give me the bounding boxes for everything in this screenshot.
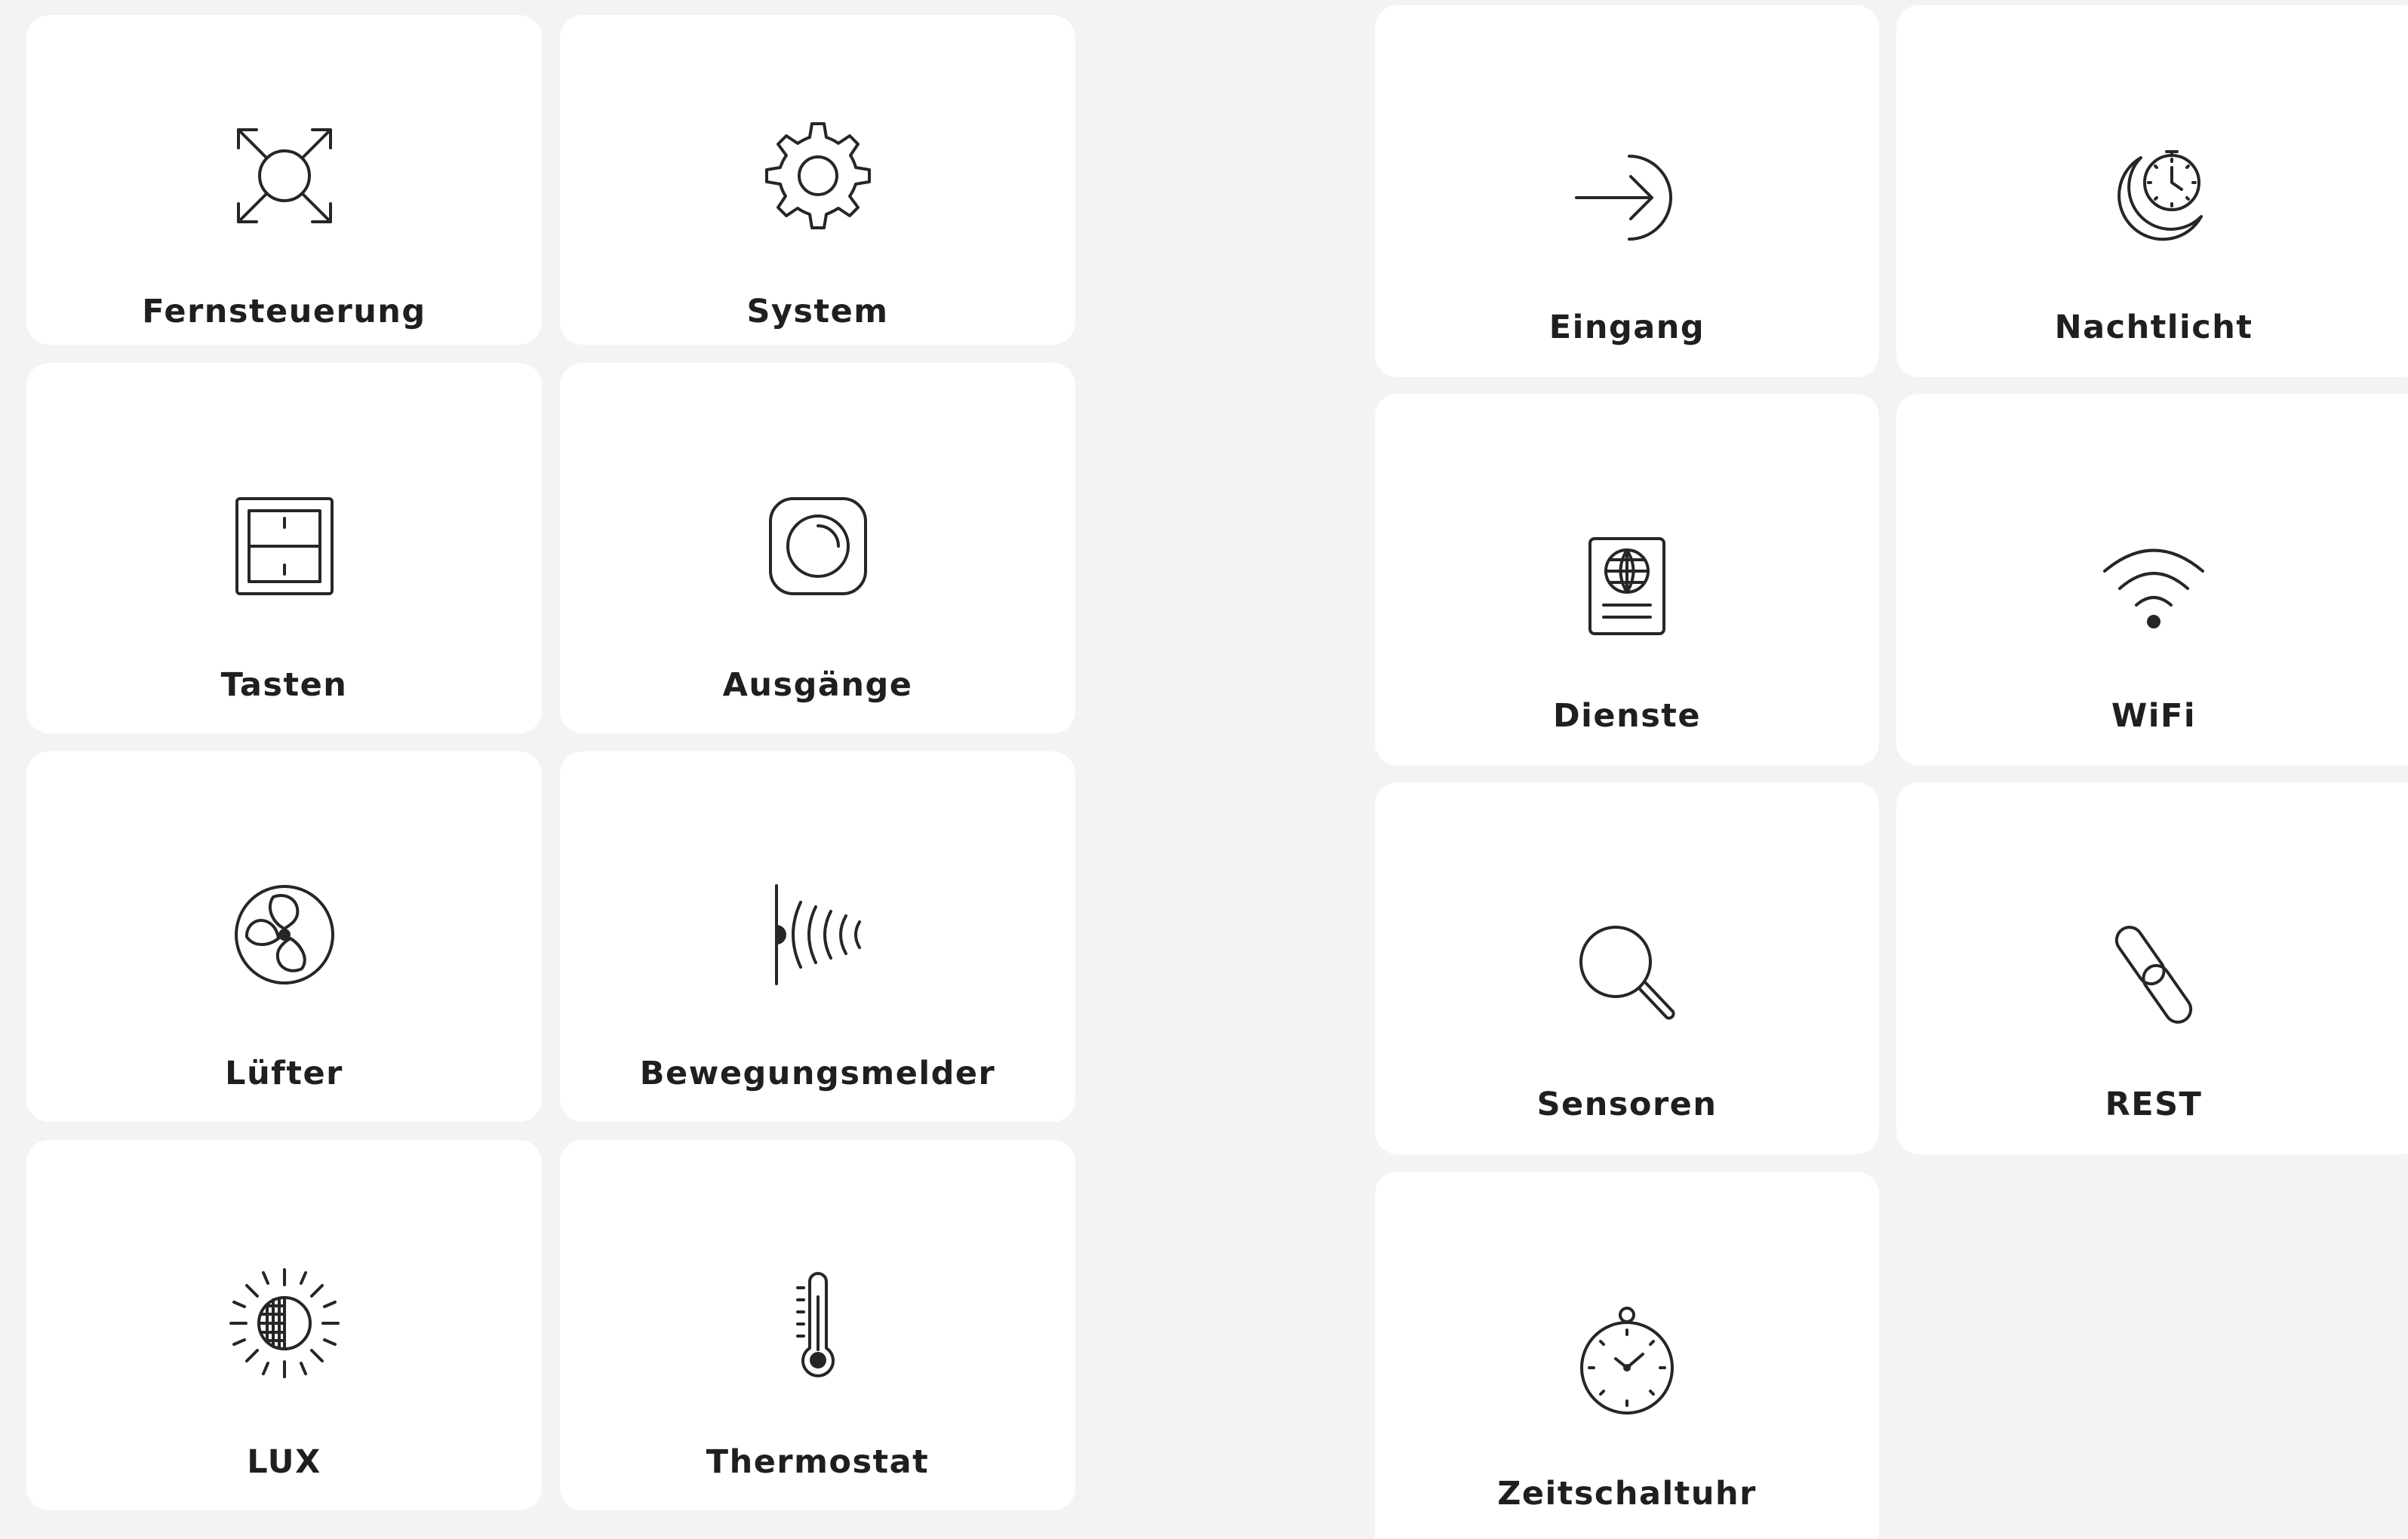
stopwatch-icon [1570, 1304, 1684, 1418]
tile-label: Thermostat [706, 1443, 930, 1481]
motion-sensor-icon [761, 878, 875, 991]
tile-label: Bewegungsmelder [639, 1055, 996, 1092]
switch-panel-icon [228, 490, 341, 603]
tile-label: Tasten [220, 666, 348, 704]
tile-nachtlicht[interactable]: Nachtlicht [1896, 5, 2408, 377]
tile-tasten[interactable]: Tasten [26, 363, 542, 733]
tile-zeitschaltuhr[interactable]: Zeitschaltuhr [1375, 1172, 1879, 1539]
tile-lux[interactable]: LUX [26, 1140, 542, 1510]
link-icon [2097, 918, 2210, 1031]
tile-label: WiFi [2111, 697, 2197, 735]
tile-label: Ausgänge [722, 666, 913, 704]
tile-label: Fernsteuerung [142, 293, 426, 330]
tile-label: Lüfter [225, 1055, 343, 1092]
tile-label: Dienste [1552, 697, 1702, 735]
tile-luefter[interactable]: Lüfter [26, 751, 542, 1122]
magnifier-icon [1570, 918, 1684, 1031]
tile-ausgaenge[interactable]: Ausgänge [560, 363, 1075, 733]
brightness-icon [228, 1267, 341, 1380]
tile-label: Eingang [1548, 309, 1705, 346]
tile-sensoren[interactable]: Sensoren [1375, 782, 1879, 1154]
login-icon [1570, 141, 1684, 254]
tile-label: Sensoren [1536, 1086, 1718, 1123]
tile-label: LUX [247, 1443, 321, 1481]
tile-label: System [746, 293, 889, 330]
tile-label: Nachtlicht [2054, 309, 2253, 346]
tile-eingang[interactable]: Eingang [1375, 5, 1879, 377]
tile-wifi[interactable]: WiFi [1896, 394, 2408, 766]
dial-knob-icon [761, 490, 875, 603]
thermometer-icon [761, 1267, 875, 1380]
tile-fernsteuerung[interactable]: Fernsteuerung [26, 15, 542, 345]
tile-dienste[interactable]: Dienste [1375, 394, 1879, 766]
gear-icon [761, 119, 875, 232]
tile-system[interactable]: System [560, 15, 1075, 345]
fan-icon [228, 878, 341, 991]
remote-control-icon [228, 119, 341, 232]
moon-clock-icon [2097, 141, 2210, 254]
wifi-icon [2097, 530, 2210, 643]
passport-icon [1570, 530, 1684, 643]
tile-label: Zeitschaltuhr [1497, 1475, 1757, 1513]
tile-bewegungsmelder[interactable]: Bewegungsmelder [560, 751, 1075, 1122]
tile-rest[interactable]: REST [1896, 782, 2408, 1154]
tile-label: REST [2105, 1086, 2203, 1123]
tile-thermostat[interactable]: Thermostat [560, 1140, 1075, 1510]
